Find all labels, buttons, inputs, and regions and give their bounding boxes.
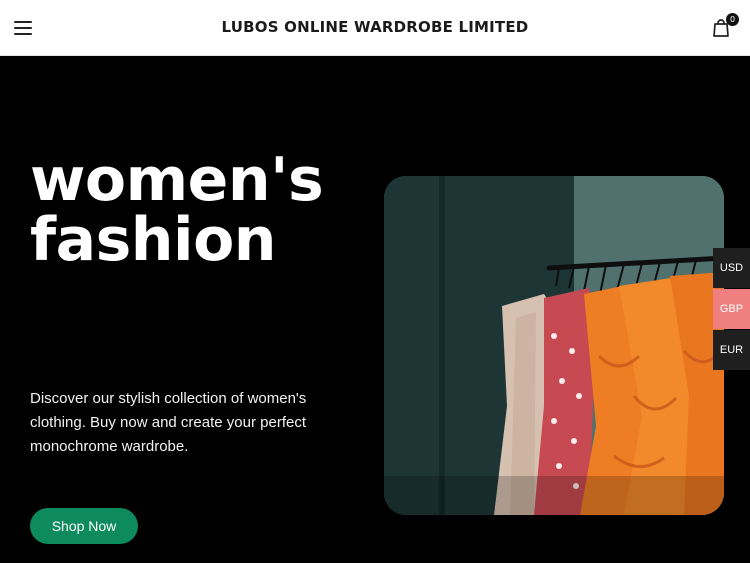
shop-now-button[interactable]: Shop Now	[30, 508, 138, 544]
currency-switcher: USD GBP EUR	[713, 248, 750, 371]
hero-description: Discover our stylish collection of women…	[30, 390, 307, 455]
cart-count-badge: 0	[726, 13, 739, 26]
cart-button[interactable]: 0	[711, 13, 739, 42]
site-header: LUBOS ONLINE WARDROBE LIMITED 0	[0, 0, 750, 56]
hero-image	[384, 176, 724, 515]
currency-eur-button[interactable]: EUR	[713, 330, 750, 370]
hero-title-line: women's	[30, 145, 324, 215]
hero-section: women's fashion Discover our stylish col…	[0, 56, 750, 563]
currency-gbp-button[interactable]: GBP	[713, 289, 750, 329]
site-title[interactable]: LUBOS ONLINE WARDROBE LIMITED	[0, 18, 750, 36]
hero-title-line: fashion	[30, 205, 277, 275]
hero-title: women's fashion	[30, 150, 370, 270]
clothing-rack-image	[384, 176, 724, 515]
currency-usd-button[interactable]: USD	[713, 248, 750, 288]
